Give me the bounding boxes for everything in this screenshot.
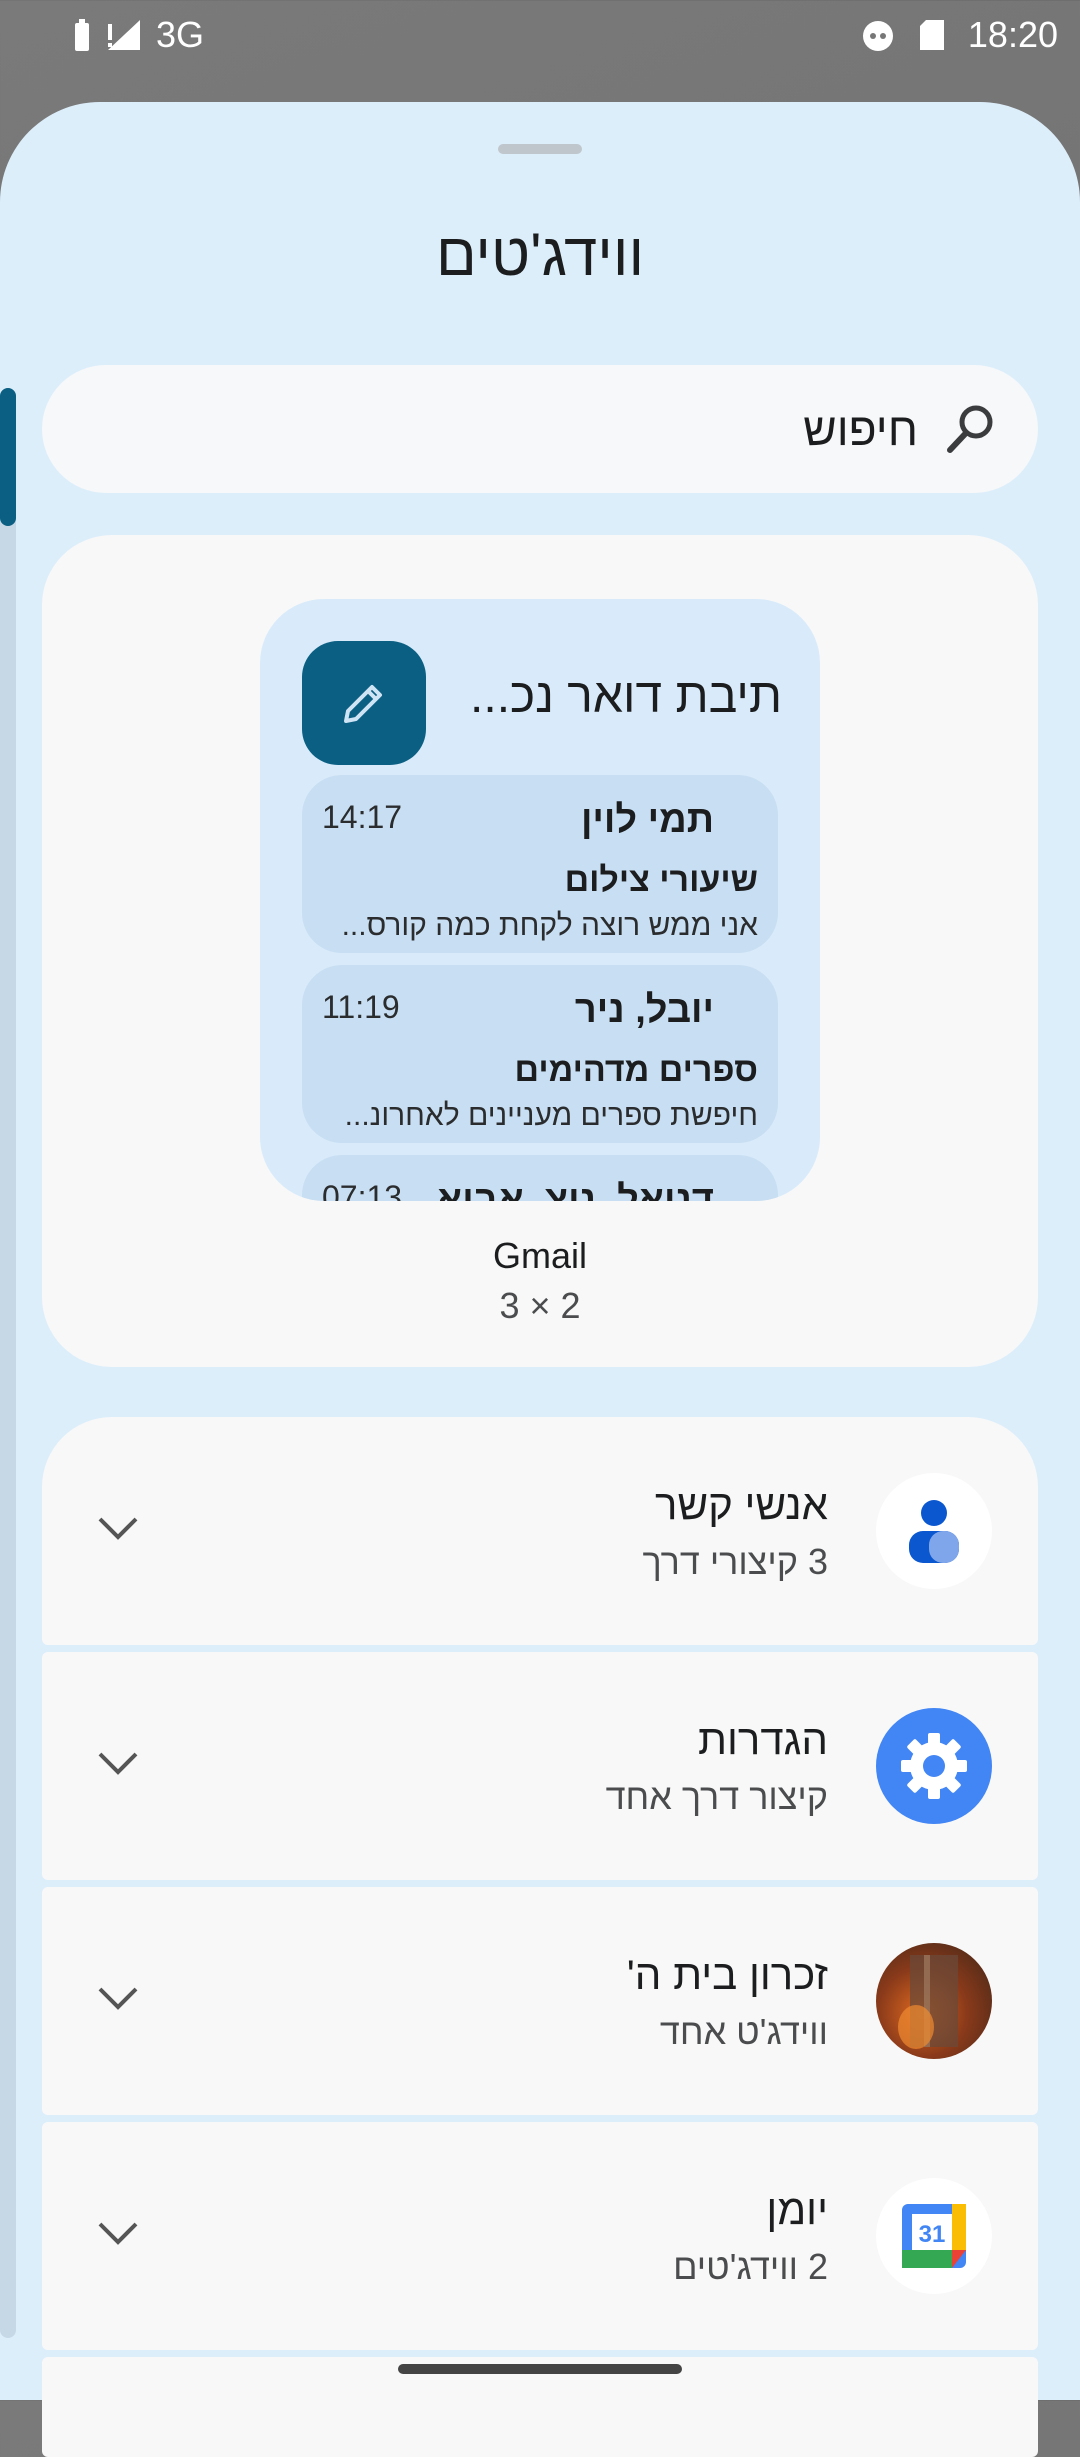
email-item[interactable]: 14:17 תמי לוין שיעורי צילום אני ממש רוצה… bbox=[302, 775, 778, 953]
email-sender: תמי לוין bbox=[580, 799, 714, 841]
status-bar: 3G 18:20 bbox=[0, 0, 1080, 76]
app-subtitle: 2 ווידג'טים bbox=[673, 2246, 828, 2287]
drag-handle[interactable] bbox=[498, 144, 582, 154]
app-subtitle: 3 קיצורי דרך bbox=[642, 1541, 828, 1582]
email-snippet: אני ממש רוצה לקחת כמה קורס... bbox=[341, 909, 758, 942]
widget-size: 3 × 2 bbox=[499, 1285, 581, 1326]
network-type: 3G bbox=[156, 14, 205, 55]
email-time: 11:19 bbox=[322, 989, 400, 1025]
email-item[interactable]: 11:19 יובל, ניר ספרים מדהימים חיפשת ספרי… bbox=[302, 965, 778, 1143]
app-subtitle: ווידג'ט אחד bbox=[659, 2011, 828, 2052]
scrollbar-thumb[interactable] bbox=[0, 388, 16, 526]
email-sender: יובל, ניר bbox=[574, 989, 714, 1031]
email-time: 14:17 bbox=[322, 799, 403, 835]
email-subject: שיעורי צילום bbox=[564, 861, 758, 899]
email-subject: ספרים מדהימים bbox=[514, 1051, 758, 1089]
clock: 18:20 bbox=[967, 14, 1058, 55]
settings-gear-icon bbox=[876, 1708, 992, 1824]
page-title: ווידג'טים bbox=[435, 221, 645, 288]
gmail-widget-preview[interactable]: תיבת דואר נכ... 14:17 תמי לוין שיעורי צי… bbox=[260, 599, 820, 1201]
email-item[interactable]: 07:13 דניאל, ניצ, אביא bbox=[302, 1155, 778, 1201]
inbox-title: תיבת דואר נכ... bbox=[470, 670, 782, 723]
cat-face-icon bbox=[862, 21, 893, 51]
widgets-sheet: ווידג'טים חיפוש תיבת דואר נכ... 14:17 תמ… bbox=[0, 102, 1080, 2457]
app-name: הגדרות bbox=[697, 1716, 828, 1763]
chevron-down-icon[interactable] bbox=[94, 1746, 142, 1782]
app-name: זכרון בית ה' bbox=[626, 1951, 828, 1998]
email-time: 07:13 bbox=[322, 1179, 403, 1201]
app-row-calendar[interactable]: 31 יומן 2 ווידג'טים bbox=[42, 2122, 1038, 2350]
chevron-down-icon[interactable] bbox=[94, 1981, 142, 2017]
scrollbar-track[interactable] bbox=[0, 388, 16, 2338]
app-row-settings[interactable]: הגדרות קיצור דרך אחד bbox=[42, 1652, 1038, 1880]
featured-widget-card: תיבת דואר נכ... 14:17 תמי לוין שיעורי צי… bbox=[42, 535, 1038, 1367]
sd-card-icon bbox=[919, 20, 944, 50]
compose-button[interactable] bbox=[302, 641, 426, 765]
email-sender: דניאל, ניצ, אביא bbox=[436, 1179, 714, 1201]
search-icon bbox=[947, 405, 993, 453]
pencil-icon bbox=[344, 685, 382, 723]
memorial-app-icon bbox=[876, 1943, 992, 2059]
app-row-memorial[interactable]: זכרון בית ה' ווידג'ט אחד bbox=[42, 1887, 1038, 2115]
battery-icon bbox=[75, 19, 89, 51]
widget-app-name: Gmail bbox=[492, 1235, 587, 1276]
email-snippet: חיפשת ספרים מעניינים לאחרונ... bbox=[344, 1099, 758, 1132]
app-name: אנשי קשר bbox=[655, 1481, 828, 1528]
search-bar[interactable]: חיפוש bbox=[42, 365, 1038, 493]
calendar-day: 31 bbox=[919, 2221, 946, 2248]
calendar-icon: 31 bbox=[876, 2178, 992, 2294]
signal-icon bbox=[108, 20, 140, 50]
search-placeholder: חיפוש bbox=[803, 403, 918, 455]
contacts-icon bbox=[876, 1473, 992, 1589]
gesture-nav-bar[interactable] bbox=[398, 2364, 682, 2374]
chevron-down-icon[interactable] bbox=[94, 1511, 142, 1547]
app-row-contacts[interactable]: אנשי קשר 3 קיצורי דרך bbox=[42, 1417, 1038, 1645]
chevron-down-icon[interactable] bbox=[94, 2216, 142, 2252]
app-subtitle: קיצור דרך אחד bbox=[605, 1776, 828, 1817]
app-name: יומן bbox=[766, 2186, 828, 2233]
